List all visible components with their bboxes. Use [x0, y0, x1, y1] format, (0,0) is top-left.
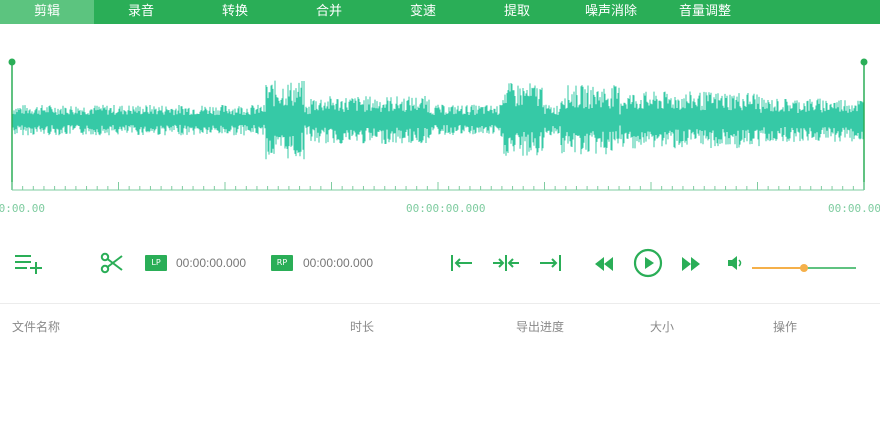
- timeline-ticks: [11, 182, 865, 190]
- tab-noise-removal[interactable]: 噪声消除: [564, 0, 658, 24]
- start-time-value: 00:00:00.000: [176, 256, 247, 270]
- section-divider: [0, 303, 880, 304]
- tab-convert[interactable]: 转换: [188, 0, 282, 24]
- column-file-name: 文件名称: [12, 320, 61, 334]
- time-mid-label: 00:00:00.000: [406, 202, 486, 215]
- fast-forward-icon: [682, 257, 700, 271]
- rewind-button[interactable]: [594, 256, 614, 275]
- fast-forward-button[interactable]: [681, 256, 701, 275]
- scissors-icon: [100, 252, 123, 274]
- tab-merge[interactable]: 合并: [282, 0, 376, 24]
- volume-slider-knob[interactable]: [800, 264, 808, 272]
- tab-speed[interactable]: 变速: [376, 0, 470, 24]
- control-bar: LP 00:00:00.000 RP 00:00:00.000: [0, 240, 880, 286]
- cut-button[interactable]: [100, 251, 124, 279]
- play-icon: [633, 248, 663, 278]
- time-start-label: 00:00.00: [0, 202, 45, 215]
- time-end-label: 00:00.00: [828, 202, 880, 215]
- column-duration: 时长: [350, 320, 375, 334]
- rewind-icon: [595, 257, 613, 271]
- play-button[interactable]: [633, 248, 663, 282]
- jump-to-end-button[interactable]: [538, 253, 562, 277]
- start-point-badge[interactable]: LP: [145, 255, 167, 271]
- waveform-panel[interactable]: 00:00.00 00:00:00.000 00:00.00: [0, 24, 880, 224]
- top-nav: 剪辑 录音 转换 合并 变速 提取 噪声消除 音量调整: [0, 0, 880, 24]
- jump-start-icon: [451, 255, 472, 271]
- playlist-add-icon: [15, 255, 42, 274]
- end-marker-handle[interactable]: [860, 58, 868, 66]
- tab-extract[interactable]: 提取: [470, 0, 564, 24]
- waveform-path: [11, 80, 865, 160]
- waveform-canvas[interactable]: [0, 24, 880, 224]
- volume-slider-track: [752, 264, 856, 272]
- column-export-progress: 导出进度: [516, 320, 565, 334]
- jump-to-middle-button[interactable]: [492, 253, 520, 277]
- volume-button[interactable]: [727, 255, 743, 275]
- jump-to-start-button[interactable]: [450, 253, 474, 277]
- tab-volume-adjust[interactable]: 音量调整: [658, 0, 752, 24]
- tab-record[interactable]: 录音: [94, 0, 188, 24]
- end-point-badge[interactable]: RP: [271, 255, 293, 271]
- end-time-value: 00:00:00.000: [303, 256, 374, 270]
- volume-slider[interactable]: [752, 258, 858, 277]
- tab-cut[interactable]: 剪辑: [0, 0, 94, 24]
- column-size: 大小: [650, 320, 675, 334]
- waveform: [11, 80, 865, 160]
- speaker-icon: [728, 256, 742, 270]
- jump-middle-icon: [493, 255, 519, 271]
- jump-end-icon: [540, 255, 561, 271]
- start-marker-handle[interactable]: [8, 58, 16, 66]
- column-actions: 操作: [773, 320, 798, 334]
- add-file-button[interactable]: [14, 252, 44, 278]
